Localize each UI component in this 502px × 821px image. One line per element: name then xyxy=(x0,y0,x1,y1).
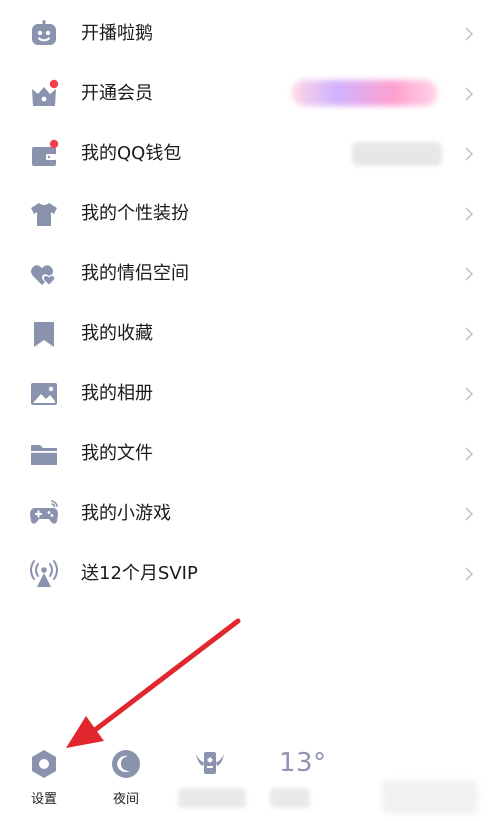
wallet-icon xyxy=(28,138,60,170)
menu-item-files[interactable]: 我的文件 xyxy=(0,424,502,484)
menu-item-favorites[interactable]: 我的收藏 xyxy=(0,304,502,364)
crown-box-icon xyxy=(28,78,60,110)
menu-item-photo-album[interactable]: 我的相册 xyxy=(0,364,502,424)
blurred-wallet-balance xyxy=(352,142,442,166)
chevron-right-icon xyxy=(462,505,476,523)
menu-item-label: 送12个月SVIP xyxy=(81,563,198,584)
winged-badge-icon xyxy=(192,746,228,782)
blurred-text xyxy=(178,788,246,808)
bookmark-icon xyxy=(28,318,60,350)
menu-item-label: 我的相册 xyxy=(81,383,153,404)
chevron-right-icon xyxy=(462,265,476,283)
folder-icon xyxy=(28,438,60,470)
menu-item-label: 开播啦鹅 xyxy=(81,23,153,44)
chevron-right-icon xyxy=(462,25,476,43)
menu-item-label: 我的情侣空间 xyxy=(81,263,189,284)
menu-item-label: 我的收藏 xyxy=(81,323,153,344)
menu-item-label: 我的小游戏 xyxy=(81,503,171,524)
menu-item-svip-gift[interactable]: 送12个月SVIP xyxy=(0,544,502,604)
night-mode-button[interactable]: 夜间 xyxy=(96,746,156,808)
gamepad-icon xyxy=(28,498,60,530)
blurred-text xyxy=(270,788,310,808)
chevron-right-icon xyxy=(462,325,476,343)
menu-item-label: 我的QQ钱包 xyxy=(81,143,182,164)
blurred-text xyxy=(382,780,478,814)
moon-icon xyxy=(108,746,144,782)
hearts-icon xyxy=(28,258,60,290)
robot-face-icon xyxy=(28,18,60,50)
chevron-right-icon xyxy=(462,205,476,223)
menu-item-couple-space[interactable]: 我的情侣空间 xyxy=(0,244,502,304)
menu-item-label: 我的个性装扮 xyxy=(81,203,189,224)
chevron-right-icon xyxy=(462,445,476,463)
chevron-right-icon xyxy=(462,145,476,163)
photo-icon xyxy=(28,378,60,410)
chevron-right-icon xyxy=(462,85,476,103)
broadcast-tower-icon xyxy=(28,558,60,590)
settings-button[interactable]: 设置 xyxy=(14,746,74,808)
gear-icon xyxy=(26,746,62,782)
winged-badge-button[interactable] xyxy=(180,746,240,782)
weather-temperature[interactable]: 13° xyxy=(279,748,327,778)
night-mode-label: 夜间 xyxy=(112,792,139,807)
menu-item-label: 我的文件 xyxy=(81,443,153,464)
blurred-membership-promo xyxy=(292,80,438,106)
tshirt-icon xyxy=(28,198,60,230)
notification-badge xyxy=(49,139,59,149)
menu-item-mini-games[interactable]: 我的小游戏 xyxy=(0,484,502,544)
chevron-right-icon xyxy=(462,565,476,583)
notification-badge xyxy=(49,79,59,89)
menu-item-label: 开通会员 xyxy=(81,83,153,104)
settings-label: 设置 xyxy=(30,792,57,807)
chevron-right-icon xyxy=(462,385,476,403)
menu-item-personalization[interactable]: 我的个性装扮 xyxy=(0,184,502,244)
menu-item-live[interactable]: 开播啦鹅 xyxy=(0,4,502,64)
